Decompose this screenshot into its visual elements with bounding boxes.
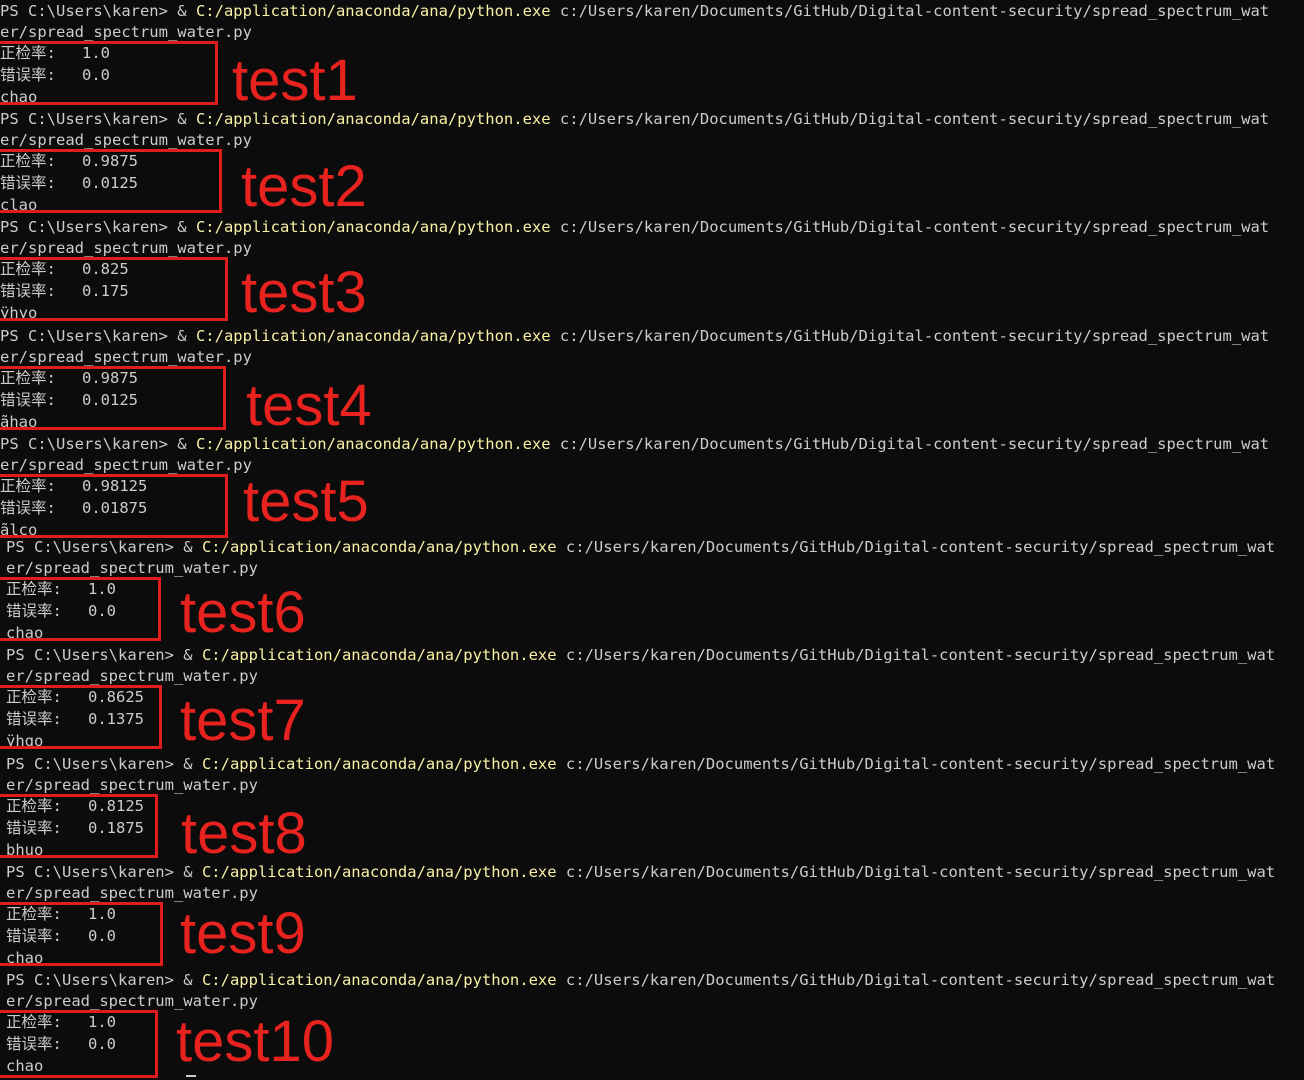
annotation-label: test5 xyxy=(243,469,369,534)
annotation-label: test4 xyxy=(246,373,372,438)
command-line-wrap: er/spread_spectrum_water.py xyxy=(0,23,252,41)
command-line-wrap: er/spread_spectrum_water.py xyxy=(6,559,258,577)
python-exe-path: C:/application/anaconda/ana/python.exe xyxy=(195,327,551,345)
python-exe-path: C:/application/anaconda/ana/python.exe xyxy=(195,110,551,128)
script-path: c:/Users/karen/Documents/GitHub/Digital-… xyxy=(550,2,1270,20)
script-path: c:/Users/karen/Documents/GitHub/Digital-… xyxy=(556,646,1276,664)
command-line: PS C:\Users\karen> & C:/application/anac… xyxy=(0,433,1269,455)
script-path: c:/Users/karen/Documents/GitHub/Digital-… xyxy=(550,218,1270,236)
command-line-wrap: er/spread_spectrum_water.py xyxy=(0,456,252,474)
prompt: PS C:\Users\karen> & xyxy=(6,971,202,989)
prompt: PS C:\Users\karen> & xyxy=(6,538,202,556)
script-path: c:/Users/karen/Documents/GitHub/Digital-… xyxy=(556,971,1276,989)
script-path: c:/Users/karen/Documents/GitHub/Digital-… xyxy=(556,755,1276,773)
terminal-screenshot: PS C:\Users\karen> & C:/application/anac… xyxy=(0,0,1304,1080)
python-exe-path: C:/application/anaconda/ana/python.exe xyxy=(201,755,557,773)
terminal-cursor xyxy=(186,1075,196,1077)
highlight-box xyxy=(0,149,222,213)
script-path: c:/Users/karen/Documents/GitHub/Digital-… xyxy=(550,110,1270,128)
command-line-wrap: er/spread_spectrum_water.py xyxy=(0,239,252,257)
python-exe-path: C:/application/anaconda/ana/python.exe xyxy=(201,646,557,664)
python-exe-path: C:/application/anaconda/ana/python.exe xyxy=(195,2,551,20)
prompt: PS C:\Users\karen> & xyxy=(6,646,202,664)
test-run-9: PS C:\Users\karen> & C:/application/anac… xyxy=(0,861,1304,969)
python-exe-path: C:/application/anaconda/ana/python.exe xyxy=(195,435,551,453)
highlight-box xyxy=(0,902,163,966)
command-line: PS C:\Users\karen> & C:/application/anac… xyxy=(0,216,1269,238)
command-line: PS C:\Users\karen> & C:/application/anac… xyxy=(0,108,1269,130)
highlight-box xyxy=(0,41,218,105)
command-line: PS C:\Users\karen> & C:/application/anac… xyxy=(6,969,1275,991)
prompt: PS C:\Users\karen> & xyxy=(6,863,202,881)
command-line-wrap: er/spread_spectrum_water.py xyxy=(6,776,258,794)
test-run-2: PS C:\Users\karen> & C:/application/anac… xyxy=(0,108,1304,216)
command-line-wrap: er/spread_spectrum_water.py xyxy=(0,348,252,366)
prompt: PS C:\Users\karen> & xyxy=(0,110,196,128)
command-line-wrap: er/spread_spectrum_water.py xyxy=(6,667,258,685)
test-run-1: PS C:\Users\karen> & C:/application/anac… xyxy=(0,0,1304,113)
test-run-4: PS C:\Users\karen> & C:/application/anac… xyxy=(0,325,1304,438)
command-line: PS C:\Users\karen> & C:/application/anac… xyxy=(0,0,1269,22)
python-exe-path: C:/application/anaconda/ana/python.exe xyxy=(195,218,551,236)
annotation-label: test6 xyxy=(180,580,306,645)
test-run-3: PS C:\Users\karen> & C:/application/anac… xyxy=(0,216,1304,324)
script-path: c:/Users/karen/Documents/GitHub/Digital-… xyxy=(550,327,1270,345)
annotation-label: test2 xyxy=(241,154,367,219)
script-path: c:/Users/karen/Documents/GitHub/Digital-… xyxy=(550,435,1270,453)
prompt: PS C:\Users\karen> & xyxy=(0,2,196,20)
test-run-6: PS C:\Users\karen> & C:/application/anac… xyxy=(0,536,1304,644)
command-line: PS C:\Users\karen> & C:/application/anac… xyxy=(6,644,1275,666)
highlight-box xyxy=(0,794,158,858)
script-path: c:/Users/karen/Documents/GitHub/Digital-… xyxy=(556,538,1276,556)
highlight-box xyxy=(0,1010,158,1078)
python-exe-path: C:/application/anaconda/ana/python.exe xyxy=(201,863,557,881)
prompt: PS C:\Users\karen> & xyxy=(0,435,196,453)
test-run-10: PS C:\Users\karen> & C:/application/anac… xyxy=(0,969,1304,1078)
highlight-box xyxy=(0,257,228,321)
test-run-8: PS C:\Users\karen> & C:/application/anac… xyxy=(0,753,1304,866)
highlight-box xyxy=(0,366,226,430)
prompt: PS C:\Users\karen> & xyxy=(0,218,196,236)
highlight-box xyxy=(0,685,162,749)
command-line-wrap: er/spread_spectrum_water.py xyxy=(0,131,252,149)
command-line: PS C:\Users\karen> & C:/application/anac… xyxy=(6,753,1275,775)
command-line: PS C:\Users\karen> & C:/application/anac… xyxy=(6,536,1275,558)
command-line: PS C:\Users\karen> & C:/application/anac… xyxy=(6,861,1275,883)
highlight-box xyxy=(0,474,228,538)
annotation-label: test1 xyxy=(232,48,358,113)
annotation-label: test7 xyxy=(180,688,306,753)
python-exe-path: C:/application/anaconda/ana/python.exe xyxy=(201,538,557,556)
test-run-5: PS C:\Users\karen> & C:/application/anac… xyxy=(0,433,1304,541)
annotation-label: test9 xyxy=(180,901,306,966)
script-path: c:/Users/karen/Documents/GitHub/Digital-… xyxy=(556,863,1276,881)
highlight-box xyxy=(0,577,161,641)
annotation-label: test10 xyxy=(176,1009,334,1074)
prompt: PS C:\Users\karen> & xyxy=(6,755,202,773)
annotation-label: test8 xyxy=(181,801,307,866)
annotation-label: test3 xyxy=(241,260,367,325)
prompt: PS C:\Users\karen> & xyxy=(0,327,196,345)
command-line: PS C:\Users\karen> & C:/application/anac… xyxy=(0,325,1269,347)
test-run-7: PS C:\Users\karen> & C:/application/anac… xyxy=(0,644,1304,752)
python-exe-path: C:/application/anaconda/ana/python.exe xyxy=(201,971,557,989)
